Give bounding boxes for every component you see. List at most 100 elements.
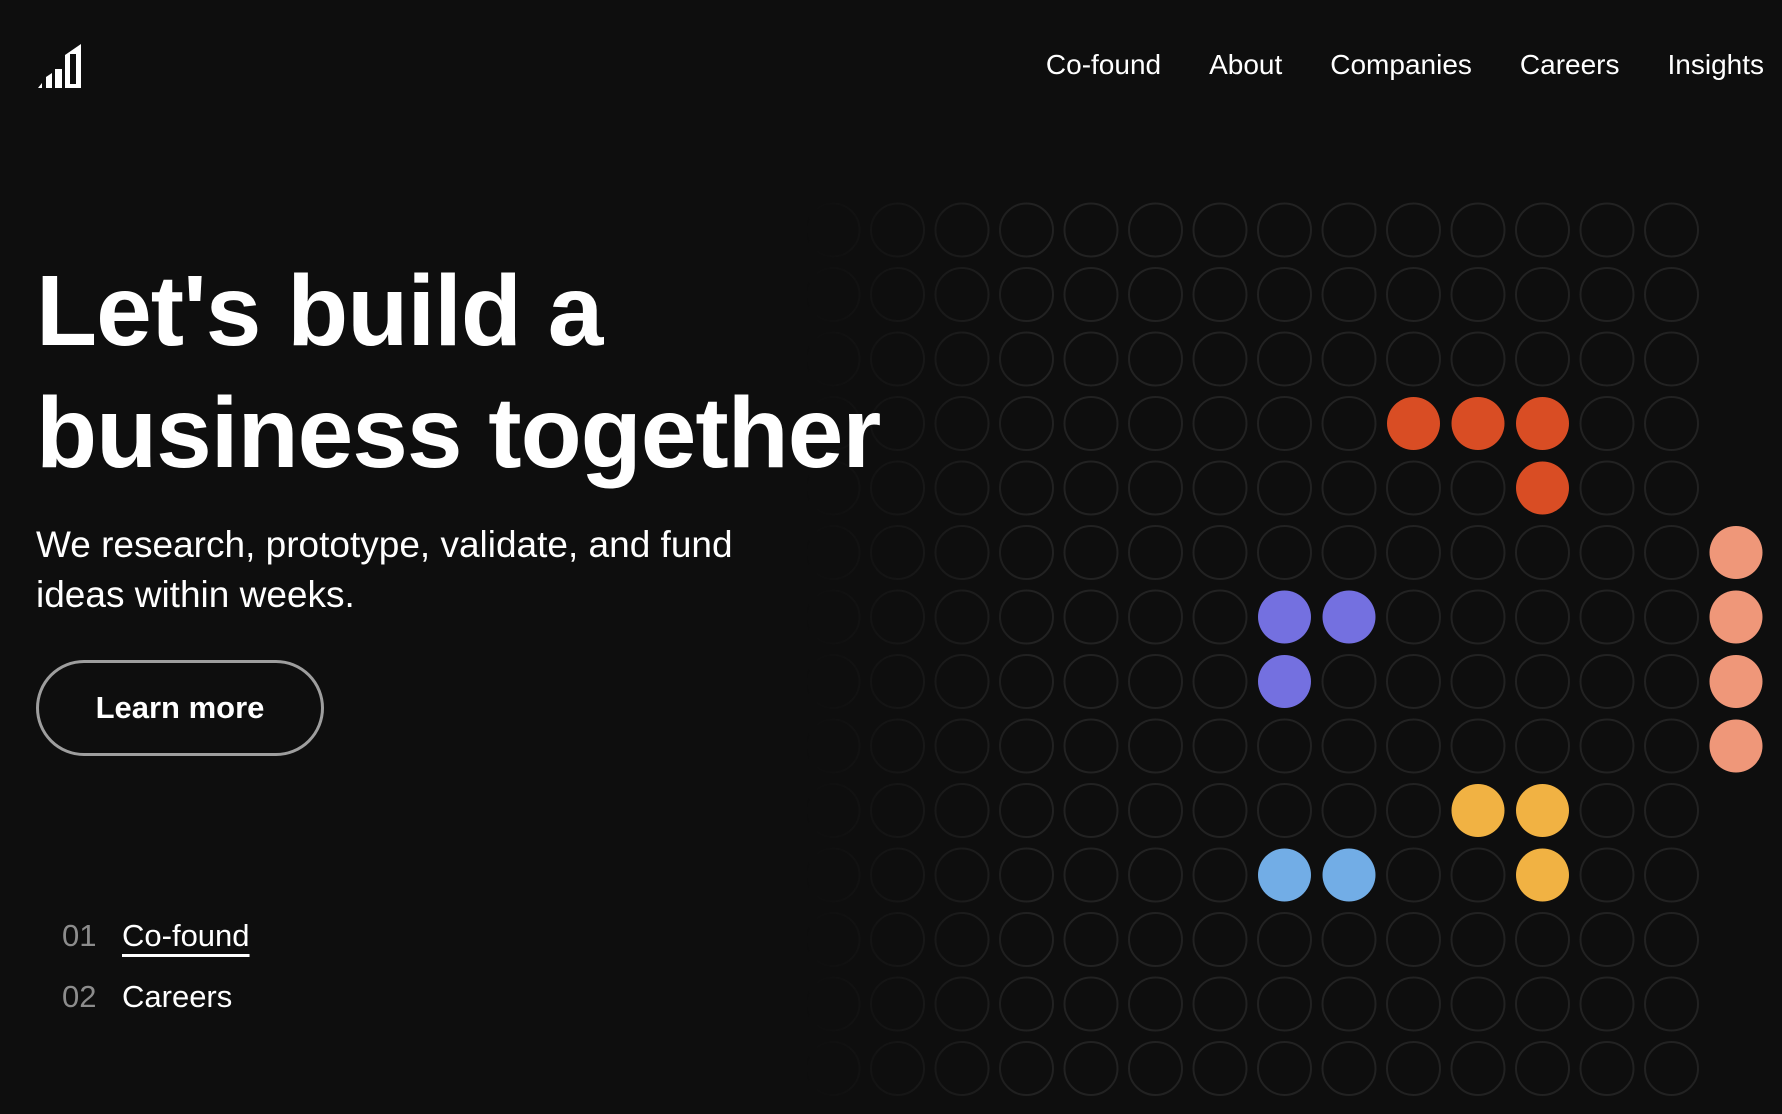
outline-dot (1450, 331, 1506, 387)
outline-dot (1192, 331, 1248, 387)
outline-dot (1192, 589, 1248, 645)
nav-item-insights[interactable]: Insights (1668, 46, 1765, 84)
hero-section: Let's build a business together We resea… (36, 250, 881, 756)
outline-dot (1386, 525, 1441, 580)
outline-dot (1386, 1041, 1441, 1096)
outline-dot (999, 654, 1054, 709)
filled-dot (1709, 655, 1763, 708)
outline-dot (1579, 202, 1635, 258)
filled-dot (1451, 784, 1505, 837)
outline-dot (1579, 460, 1635, 516)
hero-subheading: We research, prototype, validate, and fu… (36, 524, 733, 615)
filled-dot (1322, 590, 1376, 644)
outline-dot (1257, 718, 1312, 774)
outline-dot (1063, 976, 1119, 1032)
outline-dot (1321, 976, 1377, 1032)
outline-dot (999, 976, 1054, 1032)
dot-grid-outlines (805, 202, 1782, 1096)
step-number: 02 (62, 979, 97, 1014)
outline-dot (1450, 525, 1506, 580)
step-item-co-found[interactable]: 01 Co-found (62, 915, 250, 957)
outline-dot (1192, 912, 1248, 967)
outline-dot (934, 783, 990, 838)
outline-dot (805, 912, 861, 967)
outline-dot (1192, 396, 1248, 451)
filled-dot (1516, 848, 1569, 902)
step-label: Careers (122, 979, 233, 1014)
outline-dot (1773, 790, 1782, 831)
step-number: 01 (62, 918, 97, 953)
outline-dot (1515, 1041, 1570, 1096)
outline-dot (1450, 912, 1506, 967)
nav-item-co-found[interactable]: Co-found (1046, 46, 1161, 84)
outline-dot (1128, 396, 1183, 451)
outline-dot (1192, 267, 1248, 322)
outline-dot (1128, 589, 1183, 645)
outline-dot (1450, 847, 1506, 903)
outline-dot (1708, 460, 1764, 516)
outline-dot (1063, 202, 1119, 258)
outline-dot (1515, 654, 1570, 709)
outline-dot (1386, 654, 1441, 709)
outline-dot (1579, 783, 1635, 838)
filled-dot (1258, 590, 1311, 644)
headline-line-1: Let's build a (36, 255, 603, 367)
outline-dot (1321, 460, 1377, 516)
outline-dot (870, 202, 925, 258)
outline-dot (1515, 976, 1570, 1032)
outline-dot (1773, 467, 1782, 509)
outline-dot (1708, 976, 1764, 1032)
main-nav: Co-found About Companies Careers Insight… (1046, 46, 1764, 84)
outline-dot (1773, 983, 1782, 1025)
outline-dot (1644, 331, 1699, 387)
outline-dot (1128, 718, 1183, 774)
outline-dot (1708, 331, 1764, 387)
outline-dot (1257, 267, 1312, 322)
outline-dot (1708, 847, 1764, 903)
outline-dot (1450, 460, 1506, 516)
filled-dot (1516, 461, 1569, 515)
outline-dot (1192, 718, 1248, 774)
outline-dot (870, 912, 925, 967)
learn-more-button[interactable]: Learn more (36, 660, 324, 756)
outline-dot (999, 525, 1054, 580)
outline-dot (1063, 525, 1119, 580)
outline-dot (1192, 460, 1248, 516)
outline-dot (1386, 912, 1441, 967)
outline-dot (999, 783, 1054, 838)
outline-dot (1321, 396, 1377, 451)
outline-dot (999, 1041, 1054, 1096)
outline-dot (934, 589, 990, 645)
outline-dot (999, 202, 1054, 258)
outline-dot (1773, 1048, 1782, 1089)
outline-dot (1644, 654, 1699, 709)
outline-dot (805, 976, 861, 1032)
outline-dot (1708, 783, 1764, 838)
outline-dot (1708, 396, 1764, 451)
outline-dot (1386, 847, 1441, 903)
outline-dot (999, 396, 1054, 451)
outline-dot (1644, 202, 1699, 258)
outline-dot (1063, 847, 1119, 903)
outline-dot (1063, 589, 1119, 645)
outline-dot (1515, 267, 1570, 322)
outline-dot (805, 1041, 861, 1096)
step-label: Co-found (122, 918, 250, 953)
step-item-careers[interactable]: 02 Careers (62, 976, 250, 1018)
outline-dot (934, 525, 990, 580)
nav-item-careers[interactable]: Careers (1520, 46, 1620, 84)
outline-dot (1128, 847, 1183, 903)
outline-dot (870, 847, 925, 903)
outline-dot (1708, 267, 1764, 322)
outline-dot (1128, 460, 1183, 516)
outline-dot (1644, 460, 1699, 516)
outline-dot (1063, 654, 1119, 709)
outline-dot (805, 847, 861, 903)
filled-dot (1516, 784, 1569, 837)
nav-item-companies[interactable]: Companies (1330, 46, 1472, 84)
outline-dot (870, 783, 925, 838)
outline-dot (934, 267, 990, 322)
nav-item-about[interactable]: About (1209, 46, 1282, 84)
outline-dot (1321, 525, 1377, 580)
outline-dot (1386, 331, 1441, 387)
